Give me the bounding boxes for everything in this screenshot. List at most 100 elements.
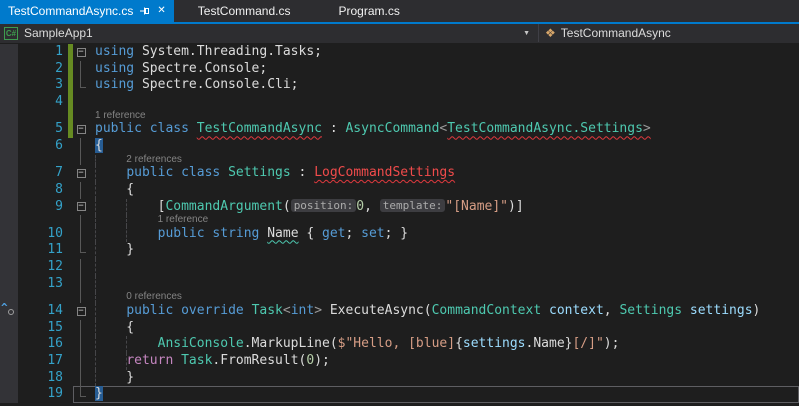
code-line[interactable]: 8 {	[0, 181, 799, 199]
token-match: }	[95, 386, 103, 402]
code-line[interactable]: 11 }	[0, 242, 799, 260]
fold-collapse-icon[interactable]: −	[73, 121, 89, 138]
codelens-references[interactable]: 1 reference	[158, 214, 209, 225]
line-content: − public class Settings : LogCommandSett…	[73, 165, 799, 182]
indent-guide	[95, 215, 96, 226]
glyph-margin[interactable]	[0, 60, 18, 78]
current-line: }	[73, 386, 799, 404]
line-content	[73, 94, 799, 111]
token-ty: CommandContext	[431, 302, 542, 318]
line-number: 5	[55, 121, 63, 137]
token-d	[244, 303, 252, 318]
fold-collapse-icon[interactable]: −	[73, 44, 89, 61]
glyph-margin[interactable]	[0, 386, 18, 404]
tab-program-cs[interactable]: Program.cs	[314, 0, 423, 22]
pin-icon[interactable]	[140, 6, 150, 16]
token-match: {	[95, 137, 103, 153]
glyph-margin[interactable]	[0, 369, 18, 387]
token-kw: get	[322, 225, 346, 241]
code-line[interactable]: 6{	[0, 137, 799, 155]
glyph-margin[interactable]	[0, 259, 18, 276]
glyph-margin[interactable]	[0, 319, 18, 337]
glyph-margin[interactable]	[0, 181, 18, 199]
glyph-margin[interactable]	[0, 225, 18, 243]
tab-testcommand-cs[interactable]: TestCommand.cs	[174, 0, 315, 22]
indent-guide	[95, 181, 96, 199]
code-line[interactable]: 15 {	[0, 319, 799, 337]
token-d: (	[423, 302, 432, 318]
project-dropdown[interactable]: C# SampleApp1 ▼	[0, 24, 538, 42]
glyph-margin[interactable]	[0, 110, 18, 122]
token-d: )	[752, 302, 761, 318]
token-ty: AsyncCommand	[345, 121, 440, 137]
close-icon[interactable]: ✕	[157, 6, 165, 16]
tab-testcommandasync-cs[interactable]: TestCommandAsync.cs ✕	[0, 0, 174, 22]
code-text: using Spectre.Console;	[89, 61, 799, 78]
indent-guide	[95, 302, 96, 320]
line-number: 11	[47, 242, 63, 258]
glyph-margin[interactable]	[0, 121, 18, 138]
token-d: }	[95, 242, 135, 258]
glyph-margin[interactable]	[0, 165, 18, 182]
line-content: return Task.FromResult(0);	[73, 353, 799, 370]
glyph-margin[interactable]	[0, 275, 18, 293]
glyph-margin[interactable]	[0, 44, 18, 61]
code-line[interactable]: 3 using Spectre.Console.Cli;	[0, 77, 799, 95]
glyph-margin[interactable]: ^	[0, 300, 18, 320]
code-line[interactable]: 10 public string Name { get; set; }	[0, 225, 799, 243]
glyph-margin[interactable]	[0, 215, 18, 226]
code-line[interactable]: 13	[0, 275, 799, 293]
fold-collapse-icon[interactable]: −	[73, 165, 89, 182]
line-number: 18	[47, 369, 63, 385]
caret-icon: ^	[1, 300, 8, 314]
token-d	[682, 303, 690, 318]
outline-guide	[73, 386, 89, 404]
indent-guide	[95, 198, 96, 216]
indent-guide	[95, 336, 96, 353]
code-line[interactable]: 16 AnsiConsole.MarkupLine($"Hello, [blue…	[0, 336, 799, 353]
line-content	[73, 259, 799, 276]
glyph-margin[interactable]	[0, 353, 18, 370]
code-line[interactable]: 4	[0, 94, 799, 111]
token-dS: Name	[267, 225, 299, 241]
line-content: }	[73, 242, 799, 260]
code-line[interactable]: ^ 14− public override Task<int> ExecuteAs…	[0, 300, 799, 320]
code-line[interactable]: 17 return Task.FromResult(0);	[0, 353, 799, 370]
outline-guide	[73, 137, 89, 155]
chevron-down-icon[interactable]: ▼	[523, 30, 530, 37]
glyph-margin[interactable]	[0, 198, 18, 216]
glyph-margin[interactable]	[0, 137, 18, 155]
code-line[interactable]: 12	[0, 259, 799, 276]
token-ty: Task	[181, 353, 213, 368]
token-d: {	[95, 319, 135, 335]
token-kw: using	[95, 77, 135, 93]
fold-collapse-icon[interactable]: −	[73, 199, 89, 216]
code-line[interactable]: 19}	[0, 386, 799, 404]
code-line[interactable]: 9− [CommandArgument(position: 0, template…	[0, 198, 799, 216]
code-line[interactable]: 18 }	[0, 369, 799, 387]
fold-collapse-icon[interactable]: −	[73, 303, 89, 320]
glyph-margin[interactable]	[0, 154, 18, 166]
codelens-references[interactable]: 0 references	[126, 291, 182, 303]
glyph-margin[interactable]	[0, 94, 18, 111]
line-number	[18, 292, 68, 303]
token-kw: public	[126, 165, 174, 181]
codelens-references[interactable]: 2 references	[126, 154, 182, 165]
glyph-margin[interactable]	[0, 242, 18, 260]
line-number: 17	[47, 353, 63, 368]
code-line[interactable]: 7− public class Settings : LogCommandSet…	[0, 165, 799, 182]
outline-guide	[73, 292, 89, 303]
token-d: ; }	[384, 225, 409, 241]
code-line[interactable]: 2 using Spectre.Console;	[0, 60, 799, 78]
line-number: 14	[47, 302, 63, 318]
type-dropdown[interactable]: ❖ TestCommandAsync	[539, 24, 799, 42]
outline-guide	[73, 259, 89, 276]
codelens-references[interactable]: 1 reference	[95, 110, 146, 121]
line-number: 8	[55, 181, 63, 197]
codelens-text: 2 references	[89, 154, 799, 166]
glyph-margin[interactable]	[0, 77, 18, 95]
code-line[interactable]: 5− public class TestCommandAsync : AsyncC…	[0, 121, 799, 138]
glyph-margin[interactable]	[0, 336, 18, 353]
code-line[interactable]: 1− using System.Threading.Tasks;	[0, 44, 799, 61]
code-editor[interactable]: 1− using System.Threading.Tasks; 2 using Sp…	[0, 43, 799, 406]
